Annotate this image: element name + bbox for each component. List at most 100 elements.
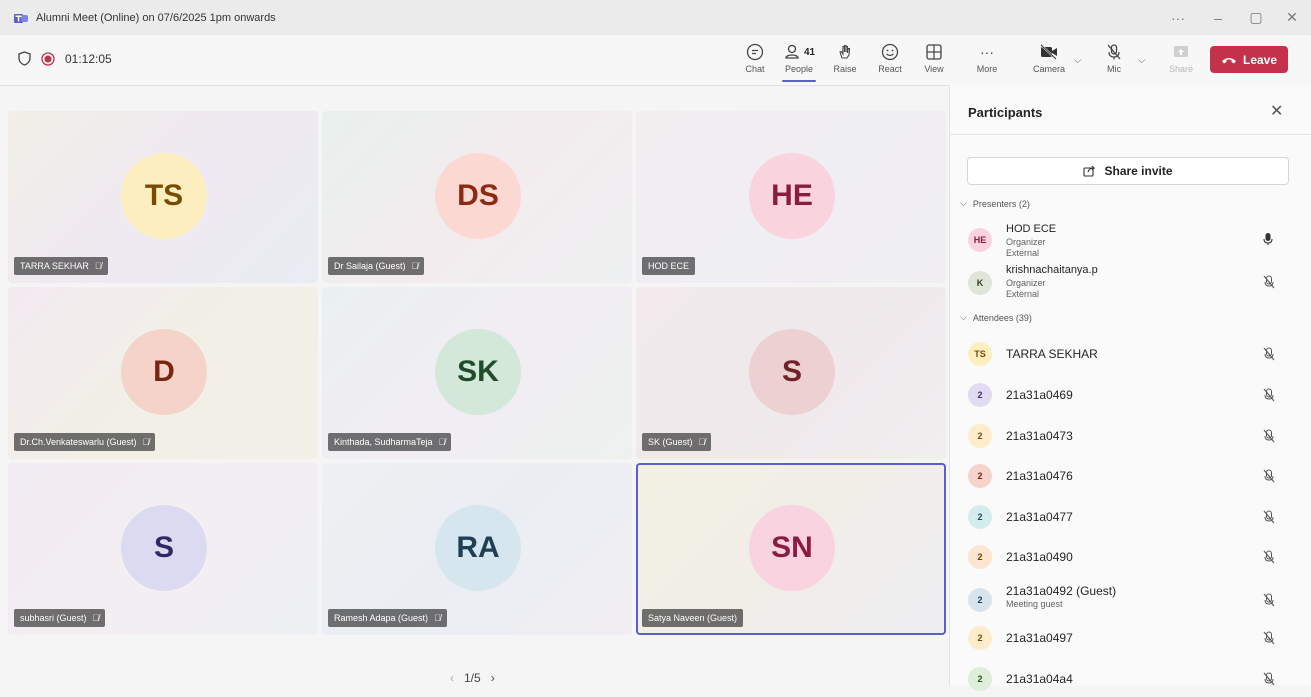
share-screen-icon (1174, 46, 1188, 57)
participant-row[interactable]: 2 21a31a0477 (968, 505, 1298, 535)
participant-name: 21a31a0492 (Guest) (1006, 584, 1117, 598)
video-tile[interactable]: S SK (Guest) 🎙̸ (636, 287, 946, 459)
participant-role: Organizer (1006, 237, 1046, 247)
participant-nameplate: Kinthada, SudharmaTeja 🎙̸ (328, 433, 452, 451)
people-active-indicator (782, 80, 816, 82)
participant-row[interactable]: 2 21a31a0476 (968, 464, 1298, 494)
participant-avatar: 2 (968, 667, 992, 691)
participant-nameplate: TARRA SEKHAR 🎙̸ (14, 257, 108, 275)
participant-nameplate: Dr.Ch.Venkateswarlu (Guest) 🎙̸ (14, 433, 156, 451)
participant-avatar: 2 (968, 588, 992, 612)
restore-icon[interactable]: ▢ (1238, 0, 1274, 35)
participant-role: Organizer (1006, 278, 1046, 288)
mic-off-icon (1263, 275, 1275, 289)
participant-row[interactable]: 2 21a31a0469 (968, 383, 1298, 413)
mic-off-icon: 🎙̸ (438, 437, 446, 447)
participant-row[interactable]: K krishnachaitanya.p Organizer External (968, 264, 1298, 299)
participant-name: Ramesh Adapa (Guest) (334, 613, 429, 623)
presenters-section-header[interactable]: ⌵ Presenters (2) (960, 198, 1030, 209)
mic-button[interactable]: Mic (1094, 41, 1134, 81)
video-tile[interactable]: RA Ramesh Adapa (Guest) 🎙̸ (322, 463, 632, 635)
recording-icon (41, 51, 55, 66)
mic-off-icon: 🎙̸ (411, 261, 419, 271)
participant-row[interactable]: 2 21a31a0492 (Guest) Meeting guest (968, 584, 1298, 615)
minimize-icon[interactable]: – (1200, 0, 1236, 35)
video-tile-active-speaker[interactable]: SN Satya Naveen (Guest) (636, 463, 946, 635)
previous-page-icon[interactable]: ‹ (450, 671, 454, 685)
leave-button[interactable]: Leave (1210, 46, 1288, 73)
mic-off-icon (1107, 44, 1121, 60)
more-options-icon[interactable]: ··· (1160, 0, 1196, 35)
close-panel-icon[interactable]: ✕ (1270, 101, 1283, 121)
chat-button[interactable]: Chat (735, 41, 775, 81)
share-invite-label: Share invite (1104, 164, 1173, 178)
participant-name: 21a31a0469 (1006, 388, 1073, 402)
video-tile[interactable]: SK Kinthada, SudharmaTeja 🎙̸ (322, 287, 632, 459)
video-tile[interactable]: D Dr.Ch.Venkateswarlu (Guest) 🎙̸ (8, 287, 318, 459)
camera-button[interactable]: Camera (1029, 41, 1069, 81)
participant-avatar: K (968, 271, 992, 295)
participant-row[interactable]: HE HOD ECE Organizer External (968, 223, 1298, 258)
chat-icon (746, 43, 764, 61)
participant-avatar: TS (121, 153, 207, 239)
leave-label: Leave (1242, 52, 1278, 67)
participant-row[interactable]: 2 21a31a04a4 (968, 667, 1298, 697)
participant-avatar: 2 (968, 626, 992, 650)
view-button[interactable]: View (914, 41, 954, 81)
ellipsis-icon: ··· (980, 44, 994, 60)
mic-options-chevron-icon[interactable]: ⌵ (1138, 55, 1146, 66)
participant-avatar: 2 (968, 545, 992, 569)
mic-off-icon (1263, 631, 1275, 645)
participant-row[interactable]: TS TARRA SEKHAR (968, 342, 1298, 372)
react-button[interactable]: React (870, 41, 910, 81)
chevron-down-icon: ⌵ (960, 312, 967, 322)
participant-avatar: TS (968, 342, 992, 366)
participant-name: TARRA SEKHAR (1006, 347, 1098, 361)
participant-name: Dr Sailaja (Guest) (334, 261, 406, 271)
people-button[interactable]: 41 People (779, 41, 819, 81)
video-tile[interactable]: DS Dr Sailaja (Guest) 🎙̸ (322, 111, 632, 283)
participant-nameplate: Dr Sailaja (Guest) 🎙̸ (328, 257, 425, 275)
participant-row[interactable]: 2 21a31a0497 (968, 626, 1298, 656)
next-page-icon[interactable]: › (491, 671, 495, 685)
more-button[interactable]: ··· More (967, 41, 1007, 81)
people-icon (785, 44, 799, 59)
page-indicator: 1/5 (464, 671, 481, 685)
share-invite-button[interactable]: Share invite (967, 157, 1289, 185)
video-tile[interactable]: TS TARRA SEKHAR 🎙̸ (8, 111, 318, 283)
view-label: View (924, 64, 944, 74)
teams-logo-icon (14, 13, 28, 23)
camera-off-icon (1040, 44, 1057, 60)
mic-off-icon (1263, 550, 1275, 564)
shield-icon[interactable] (18, 51, 31, 66)
camera-options-chevron-icon[interactable]: ⌵ (1074, 55, 1082, 66)
participant-avatar: DS (435, 153, 521, 239)
close-window-icon[interactable]: ✕ (1274, 0, 1310, 35)
chevron-down-icon: ⌵ (960, 198, 967, 208)
mic-off-icon (1263, 593, 1275, 607)
mic-label: Mic (1107, 64, 1121, 74)
participant-avatar: 2 (968, 383, 992, 407)
meeting-status: 01:12:05 (18, 51, 112, 66)
participant-avatar: HE (749, 153, 835, 239)
video-tile[interactable]: HE HOD ECE (636, 111, 946, 283)
participant-name: 21a31a0476 (1006, 469, 1073, 483)
participant-avatar: 2 (968, 505, 992, 529)
participant-name: Dr.Ch.Venkateswarlu (Guest) (20, 437, 137, 447)
attendees-section-header[interactable]: ⌵ Attendees (39) (960, 312, 1032, 323)
participant-row[interactable]: 2 21a31a0473 (968, 424, 1298, 454)
raise-hand-button[interactable]: Raise (825, 41, 865, 81)
share-button[interactable]: Share (1161, 41, 1201, 81)
participant-name: HOD ECE (648, 261, 690, 271)
participant-row[interactable]: 2 21a31a0490 (968, 545, 1298, 575)
window-title: Alumni Meet (Online) on 07/6/2025 1pm on… (36, 11, 276, 24)
presenters-header-label: Presenters (2) (972, 198, 1030, 209)
video-tile[interactable]: S subhasri (Guest) 🎙̸ (8, 463, 318, 635)
participant-nameplate: subhasri (Guest) 🎙̸ (14, 609, 106, 627)
participant-name: Satya Naveen (Guest) (648, 613, 738, 623)
participant-name: subhasri (Guest) (20, 613, 87, 623)
participant-name: 21a31a0497 (1006, 631, 1073, 645)
meeting-timer: 01:12:05 (65, 51, 112, 66)
mic-off-icon (1263, 672, 1275, 686)
mic-on-icon (1263, 233, 1273, 245)
